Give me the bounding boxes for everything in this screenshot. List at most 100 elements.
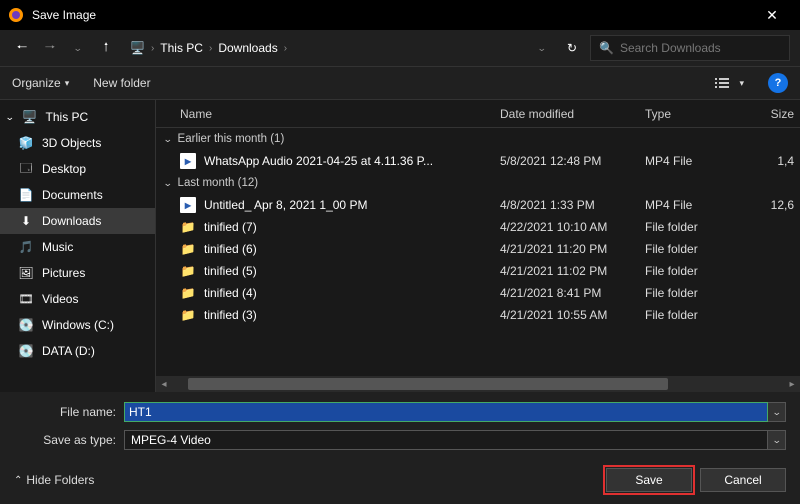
sidebar: ⌄🖥️This PC🧊3D Objects🗔Desktop📄Documents⬇…	[0, 100, 155, 392]
titlebar: Save Image ✕	[0, 0, 800, 30]
folder-icon: 📁	[180, 241, 196, 257]
refresh-button[interactable]: ↻	[560, 36, 584, 60]
search-box[interactable]: 🔍 Search Downloads	[590, 35, 790, 61]
sidebar-item-videos[interactable]: 🎞Videos	[0, 286, 155, 312]
save-as-type-value: MPEG-4 Video	[131, 433, 211, 447]
file-size: 1,4	[755, 154, 800, 168]
sidebar-item-label: Documents	[42, 188, 103, 202]
sidebar-item-label: Desktop	[42, 162, 86, 176]
scroll-thumb[interactable]	[188, 378, 668, 390]
back-button[interactable]: 🠐	[10, 36, 34, 60]
hide-folders-label: Hide Folders	[26, 473, 94, 487]
group-header[interactable]: ⌄ Earlier this month (1)	[156, 128, 800, 150]
video-file-icon: ▶	[180, 153, 196, 169]
filename-dropdown[interactable]: ⌄	[768, 402, 786, 422]
main-area: ⌄🖥️This PC🧊3D Objects🗔Desktop📄Documents⬇…	[0, 100, 800, 392]
hide-folders-button[interactable]: ⌃ Hide Folders	[14, 473, 94, 487]
breadcrumb-this-pc[interactable]: This PC	[160, 41, 203, 55]
data-d--icon: 💽	[18, 343, 34, 359]
sidebar-item-desktop[interactable]: 🗔Desktop	[0, 156, 155, 182]
column-headers: Name Date modified Type Size	[156, 100, 800, 128]
new-folder-button[interactable]: New folder	[93, 76, 150, 90]
sidebar-item-downloads[interactable]: ⬇ Downloads	[0, 208, 155, 234]
folder-row[interactable]: 📁tinified (6)4/21/2021 11:20 PMFile fold…	[156, 238, 800, 260]
sidebar-item-label: Videos	[42, 292, 78, 306]
folder-row[interactable]: 📁 tinified (3) 4/21/2021 10:55 AMFile fold…	[156, 304, 800, 326]
chevron-right-icon: ›	[284, 43, 287, 54]
file-date: 4/21/2021 10:55 AM	[500, 308, 645, 322]
chevron-down-icon: ⌄	[163, 134, 173, 145]
file-list-body: ⌄ Earlier this month (1) ▶WhatsApp Audio 2…	[156, 128, 800, 376]
group-header-label: Earlier this month (1)	[178, 133, 285, 145]
view-icon	[715, 76, 735, 90]
folder-icon: 📁	[180, 219, 196, 235]
downloads-icon: ⬇	[18, 213, 34, 229]
file-date: 4/21/2021 11:02 PM	[500, 264, 645, 278]
folder-row[interactable]: 📁tinified (4)4/21/2021 8:41 PMFile folde…	[156, 282, 800, 304]
horizontal-scrollbar[interactable]: ◂ ▸	[156, 376, 800, 392]
view-options-button[interactable]: ▾	[715, 76, 744, 90]
file-type: File folder	[645, 242, 755, 256]
file-type: MP4 File	[645, 198, 755, 212]
firefox-icon	[8, 7, 24, 23]
pc-icon: 🖥️	[130, 41, 145, 55]
chevron-down-icon: ⌄	[163, 178, 173, 189]
help-button[interactable]: ?	[768, 73, 788, 93]
folder-row[interactable]: 📁tinified (5)4/21/2021 11:02 PMFile fold…	[156, 260, 800, 282]
address-bar[interactable]: 🖥️ › This PC › Downloads ›	[122, 41, 526, 55]
3d-objects-icon: 🧊	[18, 135, 34, 151]
save-as-type-select[interactable]: MPEG-4 Video	[124, 430, 768, 450]
filename-input[interactable]	[125, 403, 767, 421]
file-name: tinified (3)	[204, 308, 257, 322]
save-as-type-dropdown[interactable]: ⌄	[768, 430, 786, 450]
save-button[interactable]: Save	[606, 468, 692, 492]
recent-locations-button[interactable]: ⌄	[66, 36, 90, 60]
column-type[interactable]: Type	[645, 107, 755, 121]
sidebar-item-this-pc[interactable]: ⌄🖥️This PC	[0, 104, 155, 130]
sidebar-item-pictures[interactable]: 🖼Pictures	[0, 260, 155, 286]
sidebar-item-music[interactable]: 🎵Music	[0, 234, 155, 260]
column-name[interactable]: Name	[156, 107, 500, 121]
sidebar-item-label: Downloads	[42, 214, 101, 228]
column-date[interactable]: Date modified	[500, 107, 645, 121]
folder-icon: 📁	[180, 285, 196, 301]
scroll-right-icon[interactable]: ▸	[784, 379, 800, 390]
column-size[interactable]: Size	[755, 107, 800, 121]
scroll-left-icon[interactable]: ◂	[156, 379, 172, 390]
file-type: File folder	[645, 308, 755, 322]
file-row[interactable]: ▶WhatsApp Audio 2021-04-25 at 4.11.36 P.…	[156, 150, 800, 172]
file-type: File folder	[645, 220, 755, 234]
filename-input-wrap	[124, 402, 768, 422]
file-date: 4/21/2021 8:41 PM	[500, 286, 645, 300]
organize-button[interactable]: Organize ▾	[12, 76, 69, 90]
folder-row[interactable]: 📁tinified (7)4/22/2021 10:10 AMFile fold…	[156, 216, 800, 238]
bottom-panel: File name: ⌄ Save as type: MPEG-4 Video …	[0, 392, 800, 504]
sidebar-item-windows-c-[interactable]: 💽Windows (C:)	[0, 312, 155, 338]
up-button[interactable]: 🠑	[94, 36, 118, 60]
sidebar-item-label: 3D Objects	[42, 136, 101, 150]
sidebar-item-label: Windows (C:)	[42, 318, 114, 332]
cancel-button[interactable]: Cancel	[700, 468, 786, 492]
forward-button[interactable]: 🠒	[38, 36, 62, 60]
close-button[interactable]: ✕	[752, 7, 792, 24]
file-type: File folder	[645, 264, 755, 278]
search-placeholder: Search Downloads	[620, 41, 721, 55]
group-header-label: Last month (12)	[178, 177, 259, 189]
sidebar-item-label: Pictures	[42, 266, 85, 280]
filename-row: File name: ⌄	[14, 400, 786, 424]
address-dropdown[interactable]: ⌄	[530, 36, 554, 60]
sidebar-item-3d-objects[interactable]: 🧊 3D Objects	[0, 130, 155, 156]
chevron-down-icon: ▾	[739, 78, 744, 89]
group-header[interactable]: ⌄ Last month (12)	[156, 172, 800, 194]
file-name: tinified (5)	[204, 264, 257, 278]
filename-label: File name:	[14, 405, 124, 419]
sidebar-item-data-d-[interactable]: 💽DATA (D:)	[0, 338, 155, 364]
file-row[interactable]: ▶Untitled_ Apr 8, 2021 1_00 PM4/8/2021 1…	[156, 194, 800, 216]
this-pc-icon: 🖥️	[22, 109, 38, 125]
nav-bar: 🠐 🠒 ⌄ 🠑 🖥️ › This PC › Downloads › ⌄ ↻ 🔍…	[0, 30, 800, 66]
sidebar-item-documents[interactable]: 📄Documents	[0, 182, 155, 208]
folder-icon: 📁	[180, 307, 196, 323]
chevron-up-icon: ⌃	[14, 475, 22, 486]
save-as-type-row: Save as type: MPEG-4 Video ⌄	[14, 428, 786, 452]
breadcrumb-downloads[interactable]: Downloads	[218, 41, 277, 55]
